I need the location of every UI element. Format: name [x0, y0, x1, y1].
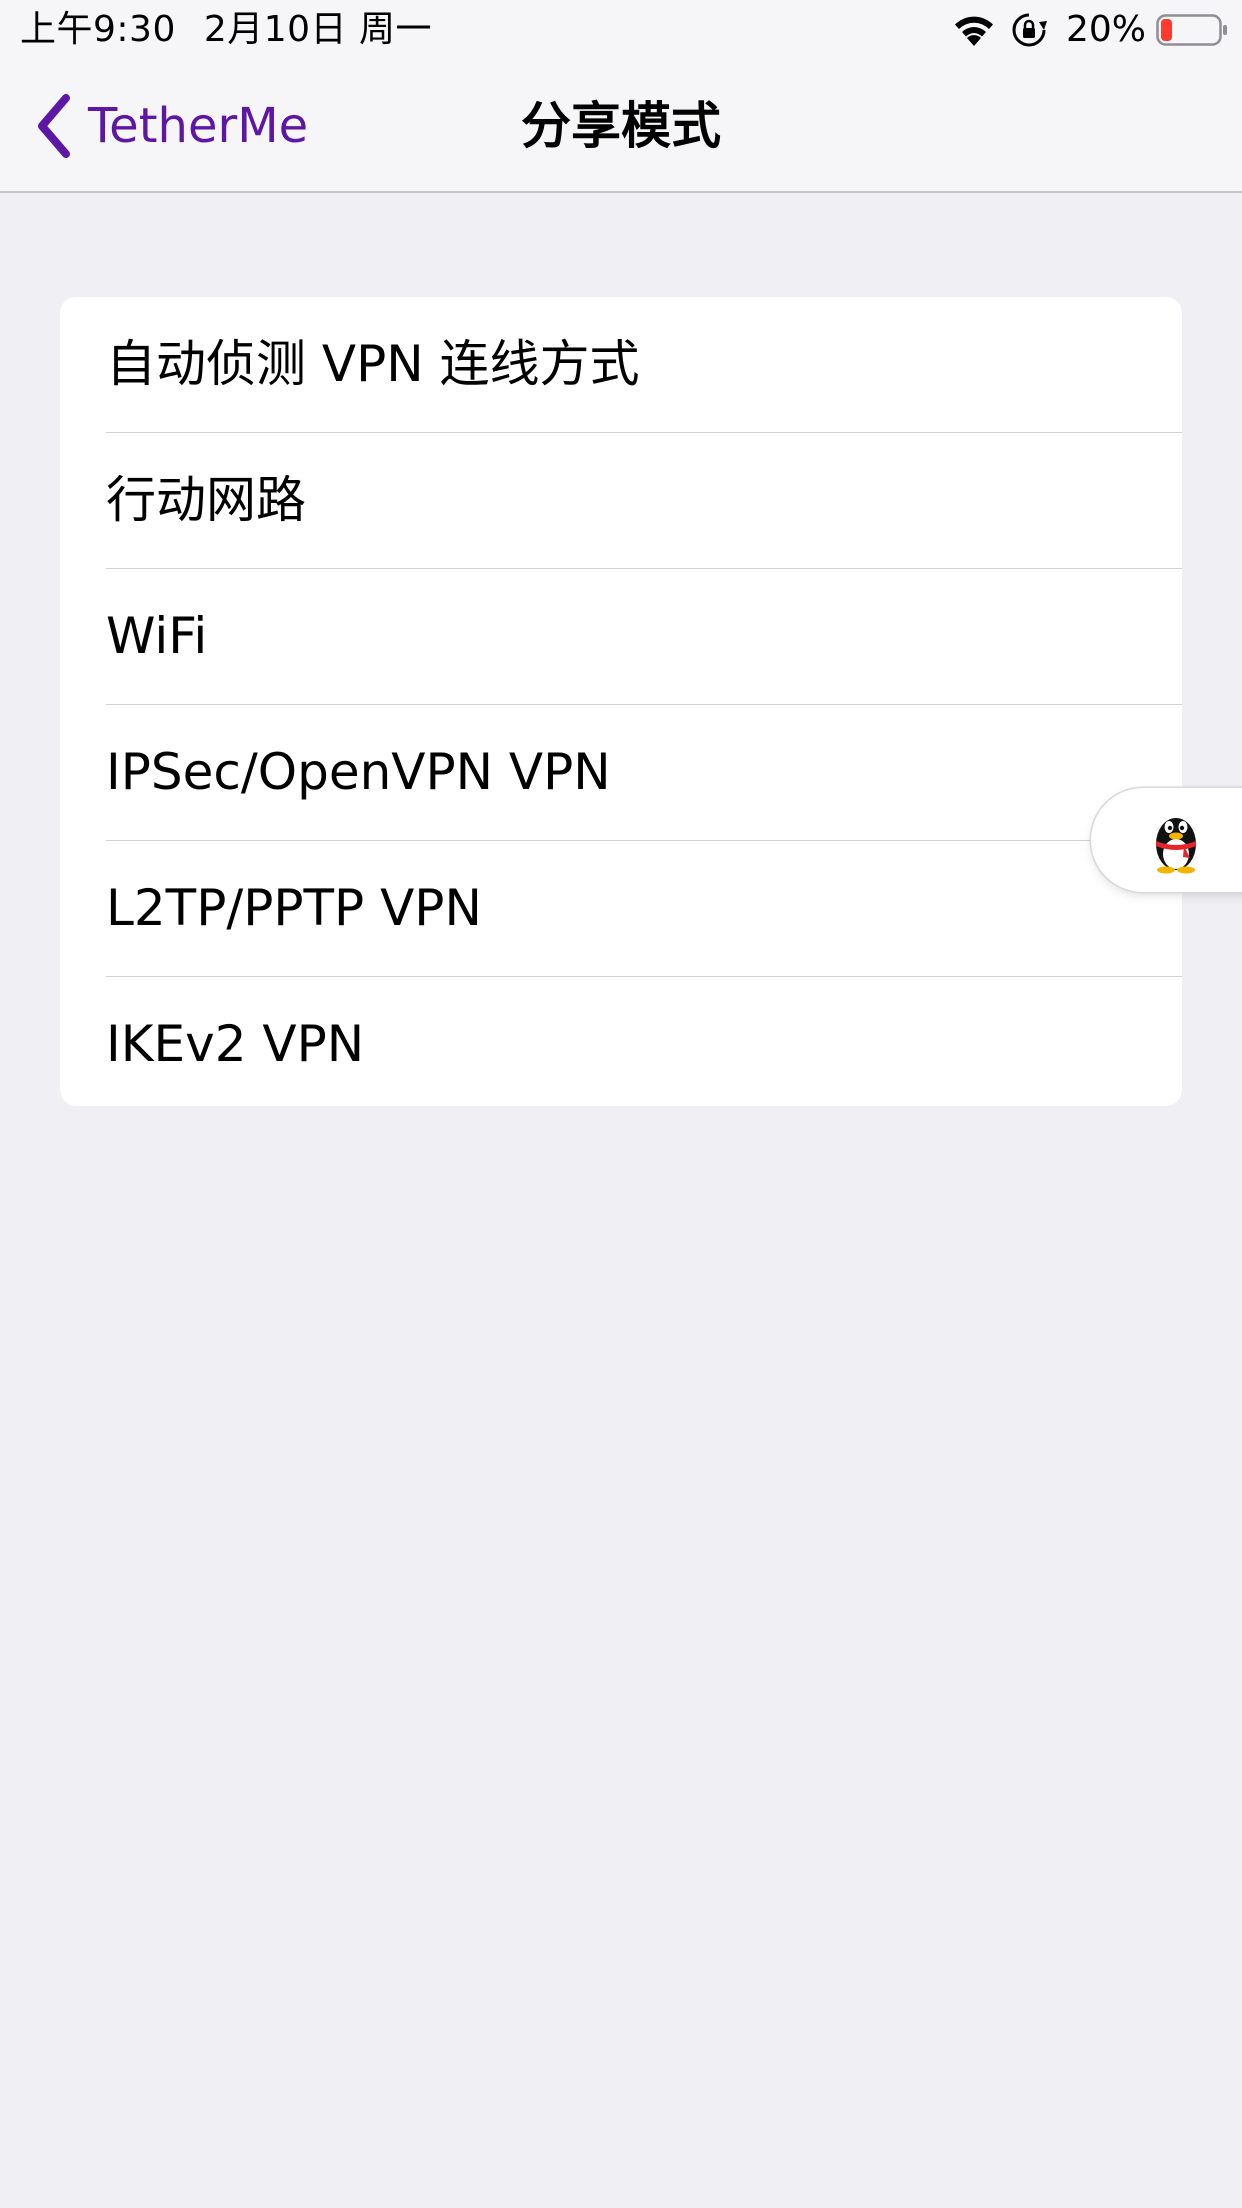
option-label: L2TP/PPTP VPN	[106, 879, 482, 937]
option-cellular[interactable]: 行动网路	[106, 432, 1182, 568]
status-bar: 上午9:30 2月10日 周一 20%	[0, 0, 1242, 60]
option-label: IKEv2 VPN	[106, 1015, 365, 1073]
floating-qq-button[interactable]	[1091, 788, 1242, 892]
wifi-icon	[954, 16, 993, 46]
option-label: IPSec/OpenVPN VPN	[106, 743, 611, 801]
qq-penguin-icon	[1156, 818, 1196, 874]
page-title: 分享模式	[521, 97, 721, 155]
battery-percent: 20%	[1065, 9, 1146, 50]
option-label: WiFi	[106, 607, 208, 665]
navigation-bar: TetherMe 分享模式	[0, 60, 1242, 193]
option-label: 行动网路	[106, 471, 306, 529]
option-ipsec-openvpn[interactable]: IPSec/OpenVPN VPN	[106, 704, 1182, 840]
battery-icon	[1156, 14, 1227, 46]
orientation-lock-icon	[1012, 13, 1047, 47]
option-wifi[interactable]: WiFi	[106, 568, 1182, 704]
share-mode-options-list: 自动侦测 VPN 连线方式 行动网路 WiFi IPSec/OpenVPN VP…	[60, 297, 1182, 1106]
status-time: 上午9:30	[20, 9, 176, 50]
option-ikev2[interactable]: IKEv2 VPN	[106, 976, 1182, 1106]
status-date: 2月10日 周一	[203, 9, 433, 50]
status-indicators: 20%	[950, 8, 1228, 52]
option-auto-detect-vpn[interactable]: 自动侦测 VPN 连线方式	[60, 297, 1182, 432]
option-l2tp-pptp[interactable]: L2TP/PPTP VPN	[106, 840, 1182, 976]
status-time-date: 上午9:30 2月10日 周一	[20, 8, 432, 52]
option-label: 自动侦测 VPN 连线方式	[106, 335, 640, 393]
